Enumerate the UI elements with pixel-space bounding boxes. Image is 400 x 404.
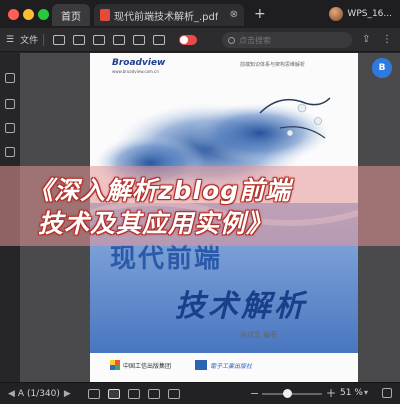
publisher-footer: 中国工信出版集团 電子工業出版社 [110, 358, 350, 372]
more-icon[interactable]: ⋮ [382, 34, 392, 45]
search-input[interactable] [239, 35, 349, 45]
wps-window: 首页 现代前端技术解析_.pdf ⊗ + WPS_16... ☰ 文件 ⇪ [0, 0, 400, 404]
print-icon[interactable] [93, 34, 106, 45]
eye-care-icon[interactable] [167, 388, 180, 399]
open-folder-icon[interactable] [53, 34, 66, 45]
continuous-view-icon[interactable] [107, 388, 120, 399]
zoom-slider-handle[interactable] [282, 389, 292, 398]
series-title: 前端知识体系与架构思维解析 [240, 62, 306, 68]
image-icon[interactable] [5, 123, 15, 133]
fab-label: B [378, 63, 386, 73]
thumbnail-icon[interactable] [5, 73, 15, 83]
zoom-in-button[interactable]: + [326, 386, 336, 400]
annotation-icon[interactable] [5, 147, 15, 157]
page-indicator[interactable]: ◀ A (1/340) ▶ [8, 389, 74, 399]
press-name-2: 電子工業出版社 [210, 362, 253, 370]
bookmark-icon[interactable] [5, 99, 15, 109]
book-author: 张成文 编著 [240, 331, 278, 339]
file-menu-label: 文件 [20, 36, 39, 46]
press-logo-icon [110, 360, 120, 370]
book-title-sub: 技术解析 [175, 289, 307, 324]
title-bar: 首页 现代前端技术解析_.pdf ⊗ + WPS_16... [0, 0, 400, 28]
overlay-title-line-1: 《深入解析zblog前端 [28, 176, 292, 205]
new-tab-button[interactable]: + [254, 6, 266, 22]
next-page-icon[interactable]: ▶ [64, 389, 71, 399]
search-icon [228, 36, 235, 44]
minimize-window-button[interactable] [23, 9, 34, 20]
menu-icon[interactable]: ☰ [6, 35, 14, 45]
zoom-value[interactable]: 51 % [340, 388, 363, 398]
search-box[interactable] [222, 32, 352, 48]
tab-document[interactable]: 现代前端技术解析_.pdf ⊗ [94, 4, 244, 26]
tab-document-title: 现代前端技术解析_.pdf [114, 11, 219, 23]
status-bar: ◀ A (1/340) ▶ − + 51 % ▾ [0, 382, 400, 404]
close-window-button[interactable] [8, 9, 19, 20]
avatar [329, 7, 344, 21]
export-icon[interactable] [113, 34, 126, 45]
chevron-down-icon[interactable]: ▾ [364, 388, 368, 397]
page-indicator-text: A (1/340) [17, 388, 60, 399]
undo-icon[interactable] [133, 34, 146, 45]
prev-page-icon[interactable]: ◀ [8, 389, 15, 399]
overlay-title-line-2: 技术及其应用实例》 [38, 209, 273, 238]
fit-page-icon[interactable] [382, 388, 392, 398]
user-account[interactable]: WPS_16... [329, 5, 392, 23]
press2-logo-icon [195, 360, 208, 370]
save-icon[interactable] [73, 34, 86, 45]
pdf-file-icon [100, 9, 110, 21]
user-name: WPS_16... [347, 9, 392, 19]
redo-icon[interactable] [153, 34, 166, 45]
publisher-logo: Broadview [112, 58, 166, 68]
dual-page-view-icon[interactable] [127, 388, 140, 399]
zoom-slider[interactable] [262, 389, 322, 398]
publisher-url: www.broadview.com.cn [112, 69, 159, 74]
single-page-view-icon[interactable] [87, 388, 100, 399]
floating-assistant-button[interactable]: B [372, 58, 392, 78]
press-name-1: 中国工信出版集团 [123, 362, 172, 370]
mode-toggle[interactable] [179, 34, 198, 45]
tab-home-label: 首页 [61, 11, 81, 23]
zoom-window-button[interactable] [38, 9, 49, 20]
close-tab-icon[interactable]: ⊗ [230, 9, 238, 20]
tab-home[interactable]: 首页 [52, 4, 90, 26]
toolbar-divider [43, 33, 45, 46]
share-icon[interactable]: ⇪ [362, 34, 370, 45]
zoom-out-button[interactable]: − [250, 387, 259, 400]
fullscreen-icon[interactable] [147, 388, 160, 399]
toolbar: ☰ 文件 ⇪ ⋮ [0, 28, 400, 52]
file-menu[interactable]: 文件 [20, 33, 38, 46]
